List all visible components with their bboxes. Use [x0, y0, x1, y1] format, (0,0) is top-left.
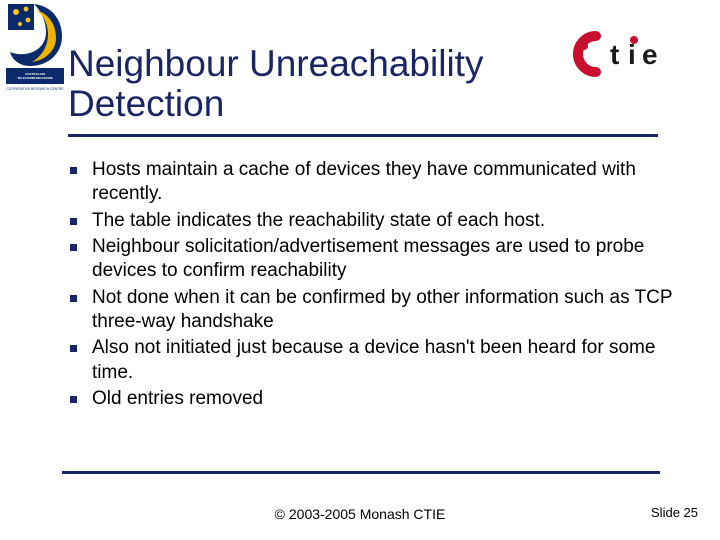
- list-item: Neighbour solicitation/advertisement mes…: [62, 235, 682, 284]
- svg-text:TELECOMMUNICATIONS: TELECOMMUNICATIONS: [17, 76, 53, 80]
- bullet-list: Hosts maintain a cache of devices they h…: [62, 158, 682, 411]
- svg-text:e: e: [642, 39, 658, 70]
- list-item: Hosts maintain a cache of devices they h…: [62, 158, 682, 207]
- ctie-logo: t i e: [570, 30, 702, 78]
- body-content: Hosts maintain a cache of devices they h…: [62, 158, 682, 413]
- list-item: Not done when it can be confirmed by oth…: [62, 286, 682, 335]
- slide-title: Neighbour Unreachability Detection: [68, 44, 548, 124]
- list-item: Old entries removed: [62, 387, 682, 411]
- slide: AUSTRALIAN TELECOMMUNICATIONS COOPERATIV…: [0, 0, 720, 540]
- svg-text:COOPERATIVE RESEARCH CENTRE: COOPERATIVE RESEARCH CENTRE: [6, 87, 64, 91]
- title-underline: [68, 134, 658, 137]
- slide-number: Slide 25: [651, 505, 698, 520]
- svg-text:t: t: [610, 39, 619, 70]
- atcrc-logo: AUSTRALIAN TELECOMMUNICATIONS COOPERATIV…: [6, 0, 64, 96]
- copyright-text: © 2003-2005 Monash CTIE: [0, 506, 720, 522]
- footer-rule: [62, 471, 660, 474]
- list-item: Also not initiated just because a device…: [62, 336, 682, 385]
- list-item: The table indicates the reachability sta…: [62, 209, 682, 233]
